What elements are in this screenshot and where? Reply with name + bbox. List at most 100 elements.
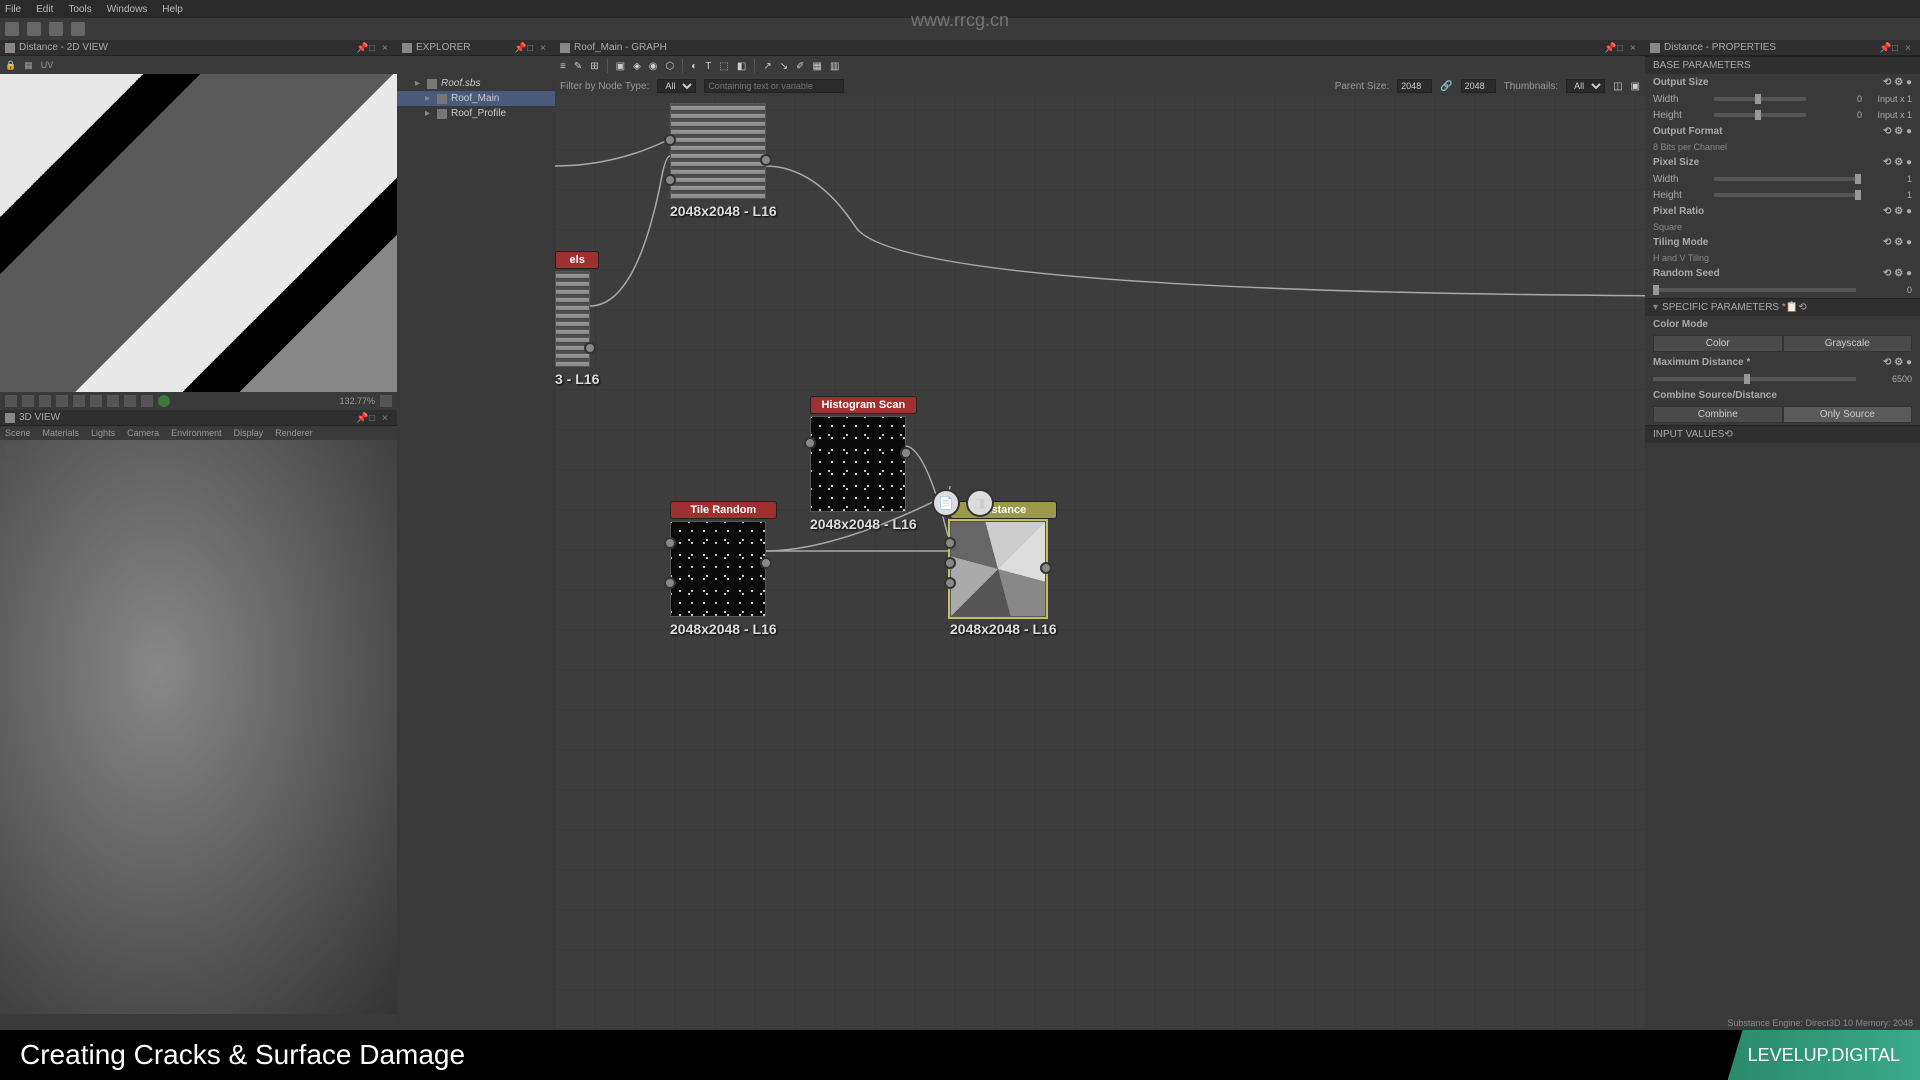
header-icons[interactable]: ⟲ ⚙ ● — [1883, 237, 1912, 248]
node-port[interactable] — [760, 154, 772, 166]
tool-7[interactable] — [107, 395, 119, 407]
menu-edit[interactable]: Edit — [36, 4, 53, 15]
header-icons[interactable]: ⟲ ⚙ ● — [1883, 268, 1912, 279]
tool-1[interactable] — [5, 395, 17, 407]
maximize-icon[interactable]: □ — [1892, 43, 1902, 53]
tb-1[interactable]: ≡ — [560, 61, 566, 72]
tb-4[interactable]: ▣ — [616, 61, 625, 72]
node-distance[interactable]: Distance 📄 ◨ 2048x2048 - L16 — [950, 501, 1057, 637]
tb-12[interactable]: ↗ — [763, 61, 771, 72]
header-icons[interactable]: ⟲ ⚙ ● — [1883, 77, 1912, 88]
tool-9[interactable] — [141, 395, 153, 407]
thumb-select[interactable]: All — [1566, 79, 1605, 93]
tool-5[interactable] — [73, 395, 85, 407]
filter-text-input[interactable] — [704, 79, 844, 93]
node-tile-body[interactable] — [670, 521, 766, 617]
tb-thumb2[interactable]: ▣ — [1631, 81, 1640, 92]
pxheight-slider[interactable] — [1714, 193, 1856, 197]
pin-icon[interactable]: 📌 — [356, 43, 366, 53]
tb-6[interactable]: ◉ — [649, 61, 658, 72]
tool-6[interactable] — [90, 395, 102, 407]
tool-active[interactable] — [158, 395, 170, 407]
tb-9[interactable]: T — [705, 61, 711, 72]
opt-grayscale[interactable]: Grayscale — [1783, 335, 1913, 352]
menu-tools[interactable]: Tools — [68, 4, 91, 15]
seed-slider[interactable] — [1653, 288, 1856, 292]
node-tile-random[interactable]: Tile Random 2048x2048 - L16 — [670, 501, 777, 637]
node-port[interactable] — [760, 557, 772, 569]
pin-icon[interactable]: 📌 — [356, 413, 366, 423]
tb-15[interactable]: ▦ — [812, 61, 821, 72]
close-icon[interactable]: × — [382, 43, 392, 53]
node-port[interactable] — [944, 537, 956, 549]
node-port[interactable] — [944, 557, 956, 569]
opt-color[interactable]: Color — [1653, 335, 1783, 352]
copy-icon[interactable]: 📋 — [1786, 302, 1798, 313]
maximize-icon[interactable]: □ — [1617, 43, 1627, 53]
node-port[interactable] — [1040, 562, 1052, 574]
pin-icon[interactable]: 📌 — [1879, 43, 1889, 53]
node-port[interactable] — [664, 537, 676, 549]
tool-8[interactable] — [124, 395, 136, 407]
pxwidth-slider[interactable] — [1714, 177, 1856, 181]
tb-14[interactable]: ✐ — [796, 61, 804, 72]
maximize-icon[interactable]: □ — [369, 413, 379, 423]
link-icon[interactable]: 🔗 — [1440, 81, 1452, 92]
maximize-icon[interactable]: □ — [369, 43, 379, 53]
node-port[interactable] — [664, 577, 676, 589]
tb-5[interactable]: ◈ — [633, 61, 641, 72]
tool-3[interactable] — [39, 395, 51, 407]
saveall-icon[interactable] — [71, 22, 85, 36]
section-input-values[interactable]: INPUT VALUES ⟲ — [1645, 425, 1920, 443]
graph-canvas[interactable]: 2048x2048 - L16 els 3 - L16 Histogram Sc… — [555, 96, 1645, 1030]
node-port[interactable] — [900, 447, 912, 459]
menu-environment[interactable]: Environment — [171, 428, 222, 438]
width-slider[interactable] — [1714, 97, 1806, 101]
tool-4[interactable] — [56, 395, 68, 407]
pin-icon[interactable]: 📌 — [1604, 43, 1614, 53]
header-icons[interactable]: ⟲ ⚙ ● — [1883, 126, 1912, 137]
tb-16[interactable]: ▥ — [830, 61, 839, 72]
maximize-icon[interactable]: □ — [527, 43, 537, 53]
node-port[interactable] — [664, 174, 676, 186]
close-icon[interactable]: × — [382, 413, 392, 423]
close-icon[interactable]: × — [1905, 43, 1915, 53]
menu-windows[interactable]: Windows — [107, 4, 148, 15]
header-icons[interactable]: ⟲ ⚙ ● — [1883, 206, 1912, 217]
close-icon[interactable]: × — [540, 43, 550, 53]
section-specific-params[interactable]: ▾ SPECIFIC PARAMETERS * 📋 ⟲ — [1645, 298, 1920, 316]
tb-8[interactable]: ◐ — [691, 61, 697, 72]
node-port[interactable] — [944, 577, 956, 589]
pin-icon[interactable]: 📌 — [514, 43, 524, 53]
filter-type-select[interactable]: All — [657, 79, 696, 93]
node-top[interactable]: 2048x2048 - L16 — [670, 101, 777, 219]
node-left-partial[interactable]: els 3 - L16 — [555, 251, 599, 387]
header-icons[interactable]: ⟲ ⚙ ● — [1883, 157, 1912, 168]
lock-icon[interactable]: 🔒 — [5, 60, 16, 71]
tiling-value[interactable]: H and V Tiling — [1645, 251, 1920, 265]
node-distance-body[interactable] — [950, 521, 1046, 617]
camera-icon[interactable] — [5, 445, 17, 455]
expand-arrow[interactable]: ▸ — [425, 93, 433, 104]
lock-tool[interactable] — [380, 395, 392, 407]
reset-icon[interactable]: ⟲ — [1724, 429, 1732, 440]
menu-file[interactable]: File — [5, 4, 21, 15]
menu-renderer[interactable]: Renderer — [275, 428, 313, 438]
save-icon[interactable] — [49, 22, 63, 36]
menu-camera[interactable]: Camera — [127, 428, 159, 438]
view2d-canvas[interactable] — [0, 74, 397, 392]
tb-13[interactable]: ↘ — [780, 61, 788, 72]
height-slider[interactable] — [1714, 113, 1806, 117]
open-icon[interactable] — [27, 22, 41, 36]
tool-2[interactable] — [22, 395, 34, 407]
tb-2[interactable]: ✎ — [574, 61, 582, 72]
reset-icon[interactable]: ⟲ — [1798, 302, 1806, 313]
tb-3[interactable]: ⊞ — [590, 61, 598, 72]
node-port[interactable] — [664, 134, 676, 146]
expand-arrow[interactable]: ▸ — [425, 108, 433, 119]
tree-item-profile[interactable]: ▸ Roof_Profile — [397, 106, 555, 121]
close-icon[interactable]: × — [1630, 43, 1640, 53]
light-icon[interactable] — [5, 462, 17, 472]
tree-item-main[interactable]: ▸ Roof_Main — [397, 91, 555, 106]
tb-11[interactable]: ◧ — [737, 61, 746, 72]
